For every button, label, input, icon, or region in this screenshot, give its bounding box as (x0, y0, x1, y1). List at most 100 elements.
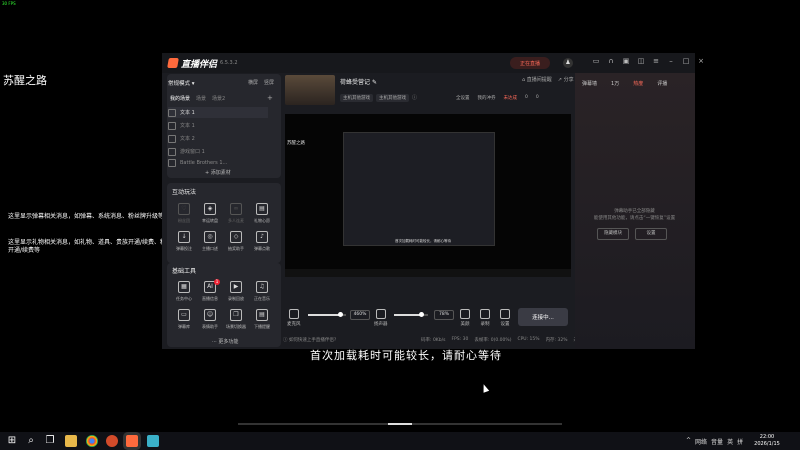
add-scene-icon[interactable]: + (267, 94, 273, 102)
stream-preview[interactable]: 苏醒之路 首次加载耗时可能较长，请耐心等待 (285, 114, 571, 277)
edit-icon[interactable]: ✎ (372, 79, 377, 86)
mic-icon: ◎ (204, 231, 216, 243)
headset-icon[interactable]: ∩ (607, 57, 615, 65)
menu-icon[interactable]: ≡ (652, 57, 660, 65)
beauty-button[interactable]: 美颜 (460, 309, 470, 327)
category-tag[interactable]: 主机其他游戏 (376, 94, 409, 102)
speaker-control[interactable]: 扬声器 (374, 309, 388, 327)
progress-thumb[interactable] (388, 423, 412, 425)
speaker-volume-knob[interactable] (418, 312, 424, 317)
preview-caption: 首次加载耗时可能较长，请耐心等待 (395, 239, 451, 243)
start-live-button[interactable]: 连接中... (518, 308, 568, 326)
category-tag[interactable]: 主机其他游戏 (340, 94, 373, 102)
file-explorer-icon[interactable] (65, 435, 77, 447)
multi-mic-tool[interactable]: ∞ 多人连麦 (224, 203, 248, 225)
mic-volume-value[interactable]: 460% (350, 310, 370, 320)
goal-status: 未达成 (503, 96, 518, 101)
record-button[interactable]: 录制 (480, 309, 490, 327)
full-settings-link[interactable]: 全设置 (456, 95, 470, 101)
source-item[interactable]: Battle Brothers 1... (168, 157, 268, 168)
minimize-icon[interactable]: – (667, 57, 675, 65)
scene-switch-tool[interactable]: ❐ 场景切换器 (224, 309, 248, 331)
add-source-button[interactable]: + 添加素材 (205, 169, 231, 176)
host-speech-tool[interactable]: ◎ 主播口述 (198, 231, 222, 253)
mic-volume-slider[interactable] (308, 312, 346, 317)
source-item[interactable]: 游戏窗口 1 (168, 146, 268, 157)
stream-stats: 码率: 0Kb/s FPS: 30 丢帧率: 0(0.00%) CPU: 15%… (421, 337, 587, 343)
tab-my-scene[interactable]: 我的场景 (170, 95, 190, 102)
tool-label: 弹幕投注 (176, 246, 192, 251)
portrait-link[interactable]: 竖屏 (264, 79, 274, 86)
source-item[interactable]: 文本 1 (168, 120, 268, 131)
preview-nested-window (343, 132, 495, 246)
danmu-vote-tool[interactable]: ↓ 弹幕投注 (172, 231, 196, 253)
copy-icon: ❐ (230, 309, 242, 321)
app-tool-icon[interactable] (147, 435, 159, 447)
chrome-icon[interactable] (86, 435, 98, 447)
text-source-icon (168, 134, 176, 143)
task-center-tool[interactable]: ▦ 任务中心 (172, 281, 196, 303)
tab-review[interactable]: 评播 (657, 80, 667, 87)
song-request-tool[interactable]: ♪ 弹幕点歌 (250, 231, 274, 253)
message-icon[interactable]: ▭ (592, 57, 600, 65)
tool-label: 幸运转盘 (202, 218, 218, 223)
tab-danmu-wall[interactable]: 弹幕墙 (582, 80, 597, 87)
ime-mode-icon[interactable]: 拼 (737, 437, 743, 446)
search-icon[interactable]: ⌕ (25, 435, 37, 447)
music-tool[interactable]: ♫ 正在音乐 (250, 281, 274, 303)
danmu-library-tool[interactable]: ▭ 弹幕库 (172, 309, 196, 331)
tab-scene-2[interactable]: 场景2 (212, 95, 225, 102)
help-link[interactable]: ⓘ 如何快速上手直播伴侣? (283, 337, 413, 343)
mic-volume-knob[interactable] (338, 312, 344, 317)
more-functions-button[interactable]: ··· 更多功能 (212, 338, 238, 345)
mic-control[interactable]: 麦克风 (287, 309, 301, 327)
volume-icon[interactable]: 音量 (711, 437, 723, 446)
source-item[interactable]: 文本 1 (168, 107, 268, 118)
tool-label: 弹幕库 (178, 324, 190, 329)
gift-icon[interactable]: ▣ (622, 57, 630, 65)
live-info-tool[interactable]: AI 1 直播信息 (198, 279, 222, 303)
my-coupon-link[interactable]: 我的冲券 (478, 95, 496, 101)
user-avatar-icon[interactable]: ♟ (563, 58, 573, 68)
ime-language-icon[interactable]: 英 (727, 437, 733, 446)
lucky-wheel-tool[interactable]: ◈ 幸运转盘 (198, 203, 222, 225)
fan-club-tool[interactable]: ♡ 粉丝团 (172, 203, 196, 225)
tab-scene[interactable]: 场景 (196, 95, 206, 102)
notification-icon[interactable]: ◫ (637, 57, 645, 65)
live-companion-taskbar-icon[interactable] (126, 435, 138, 447)
task-view-icon[interactable]: ❐ (44, 435, 56, 447)
landscape-link[interactable]: 横屏 (248, 79, 258, 86)
settings-button[interactable]: 设置 (500, 309, 510, 327)
share-link[interactable]: ↗ 分享 (558, 76, 574, 83)
gift-wish-tool[interactable]: ▤ 礼物心愿 (250, 203, 274, 225)
tiktok-icon: ♫ (256, 281, 268, 293)
taskbar-clock[interactable]: 22:00 2026/1/15 (748, 434, 786, 448)
panel-settings-button[interactable]: 设置 (635, 228, 667, 240)
chat-icon: ▭ (178, 309, 190, 321)
replay-tool[interactable]: ▶ 录制回放 (224, 281, 248, 303)
preview-taskbar (285, 269, 571, 277)
mode-select[interactable]: 常规模式 ▾ (168, 79, 195, 87)
offline-reminder-tool[interactable]: ▤ 下播提醒 (250, 309, 274, 331)
reminder-link[interactable]: ⌂ 直播间提醒 (522, 76, 552, 83)
hide-module-button[interactable]: 隐藏模块 (597, 228, 629, 240)
app-g-icon[interactable] (106, 435, 118, 447)
emoji-tool[interactable]: ☺ 表情助手 (198, 309, 222, 331)
source-item[interactable]: 文本 2 (168, 133, 268, 144)
live-status-badge[interactable]: 正在直播 (510, 57, 550, 69)
tray-expand-icon[interactable]: ^ (686, 437, 691, 446)
speaker-volume-value[interactable]: 78% (434, 310, 454, 320)
network-icon[interactable]: 网络 (695, 437, 707, 446)
close-icon[interactable]: × (697, 57, 705, 65)
tool-label: 正在音乐 (254, 296, 270, 301)
room-title[interactable]: 荷蜂受营记 ✎ (340, 77, 377, 86)
room-cover-thumbnail[interactable] (285, 75, 335, 105)
window-controls: ▭ ∩ ▣ ◫ ≡ – □ × (592, 57, 705, 65)
windows-start-icon[interactable]: ⊞ (6, 435, 18, 447)
speaker-volume-slider[interactable] (394, 312, 428, 317)
video-progress-bar[interactable] (238, 423, 562, 425)
maximize-icon[interactable]: □ (682, 57, 690, 65)
tab-heat[interactable]: 热度 (633, 80, 643, 87)
info-icon[interactable]: ⓘ (412, 94, 417, 102)
lottery-tool[interactable]: ◇ 抽奖助手 (224, 231, 248, 253)
